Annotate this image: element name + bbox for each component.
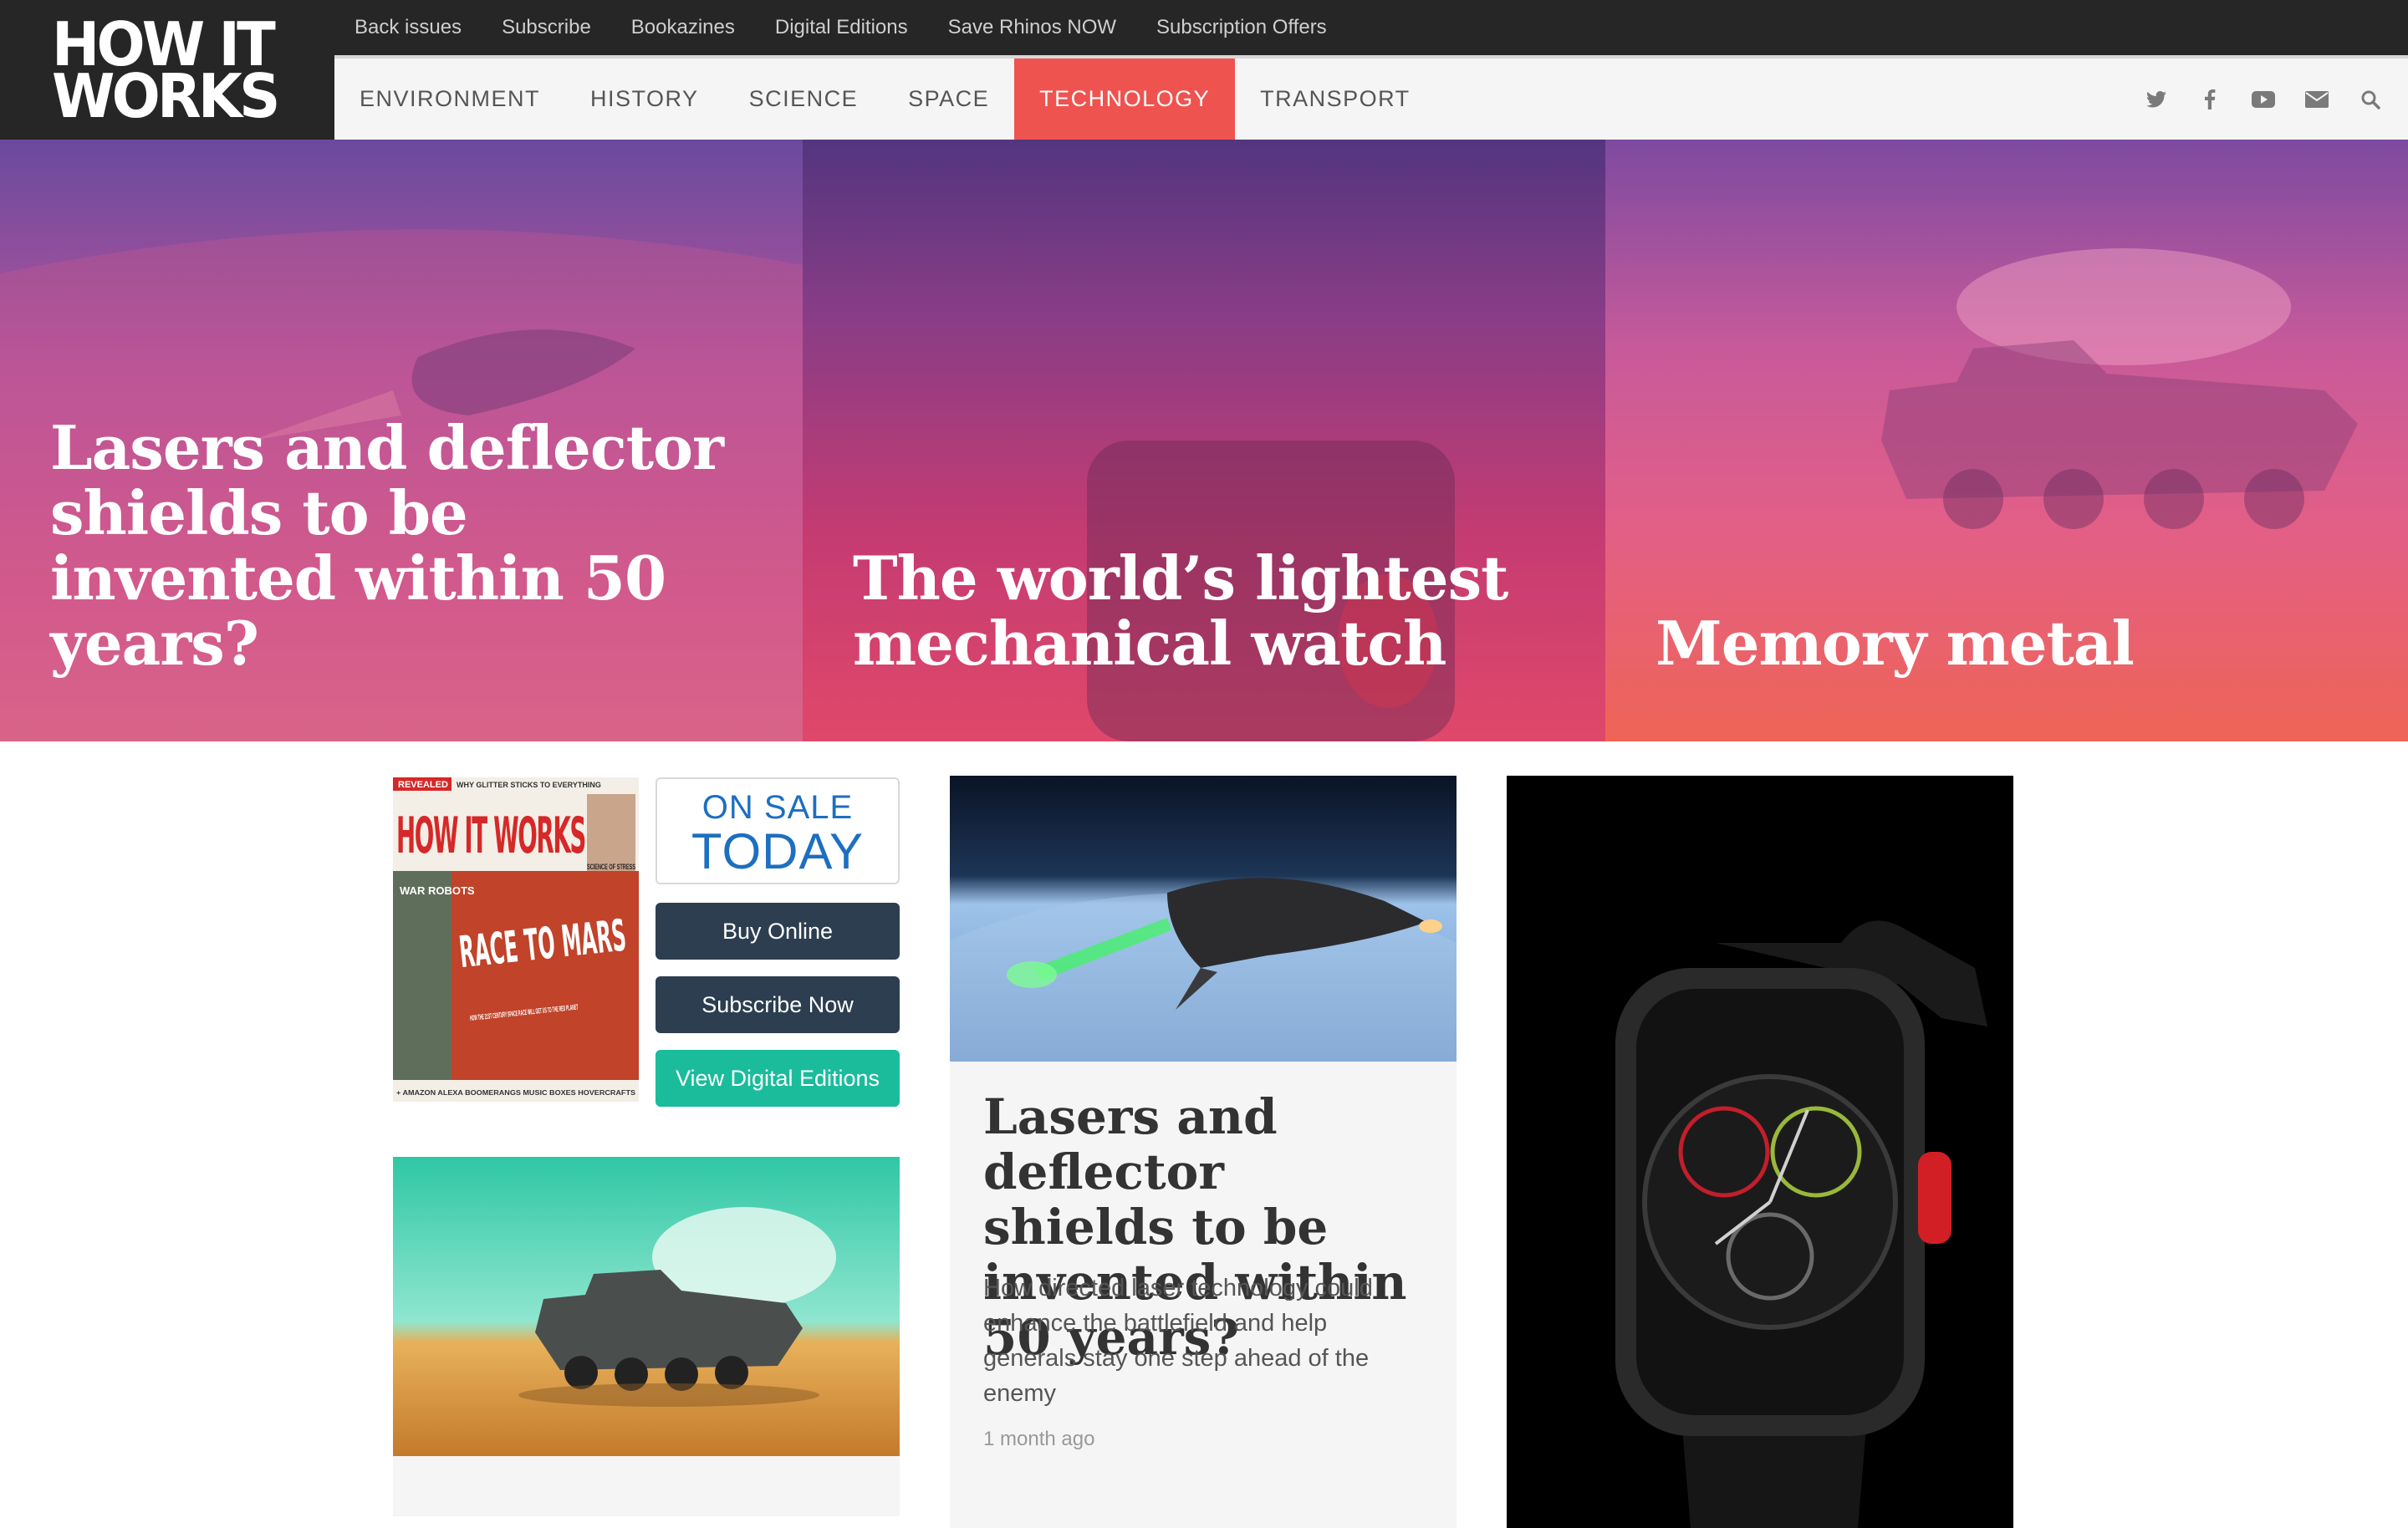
category-history[interactable]: HISTORY [565, 59, 724, 140]
cover-tagline: WHY GLITTER STICKS TO EVERYTHING [457, 781, 601, 789]
category-space[interactable]: SPACE [883, 59, 1014, 140]
cover-side-stress: SCIENCE OF STRESS [587, 863, 635, 871]
cover-side-robots: WAR ROBOTS [400, 884, 475, 897]
hero-tile-lasers[interactable]: Lasers and deflector shields to be inven… [0, 140, 803, 741]
site-logo[interactable]: HOW IT WORKS [0, 0, 334, 140]
today-label: TODAY [691, 823, 865, 879]
email-icon[interactable] [2304, 87, 2329, 112]
search-icon[interactable] [2358, 87, 2383, 112]
buy-online-button[interactable]: Buy Online [656, 903, 900, 960]
spaceplane-image[interactable] [950, 776, 1457, 1062]
cover-revealed: REVEALED [398, 780, 448, 790]
subscribe-now-button[interactable]: Subscribe Now [656, 976, 900, 1033]
article-card-memory-metal[interactable] [393, 1157, 900, 1516]
category-navigation: ENVIRONMENT HISTORY SCIENCE SPACE TECHNO… [334, 55, 2408, 140]
category-technology[interactable]: TECHNOLOGY [1014, 59, 1236, 140]
topnav-back-issues[interactable]: Back issues [355, 16, 462, 39]
hero-title[interactable]: Memory metal [1656, 611, 2375, 676]
hero-title[interactable]: The world’s lightest mechanical watch [853, 546, 1572, 676]
topnav-digital-editions[interactable]: Digital Editions [775, 16, 908, 39]
hero-tile-memory-metal[interactable]: Memory metal [1605, 140, 2408, 741]
logo-line-2: WORKS [52, 60, 280, 131]
magazine-cover[interactable]: REVEALED WHY GLITTER STICKS TO EVERYTHIN… [393, 777, 639, 1102]
on-sale-today-box: ON SALE TODAY [656, 777, 900, 884]
on-sale-label: ON SALE [701, 789, 854, 826]
hero-carousel: Lasers and deflector shields to be inven… [0, 140, 2408, 741]
magazine-cover-art: REVEALED WHY GLITTER STICKS TO EVERYTHIN… [393, 777, 639, 1102]
hero-tile-watch[interactable]: The world’s lightest mechanical watch [803, 140, 1605, 741]
article-card-lasers[interactable]: Lasers and deflector shields to be inven… [950, 776, 1457, 1528]
top-navigation: Back issues Subscribe Bookazines Digital… [334, 0, 2408, 55]
view-digital-editions-button[interactable]: View Digital Editions [656, 1050, 900, 1107]
article-excerpt: How directed laser technology could enha… [983, 1275, 1373, 1407]
twitter-icon[interactable] [2144, 87, 2169, 112]
topnav-bookazines[interactable]: Bookazines [631, 16, 735, 39]
topnav-subscription-offers[interactable]: Subscription Offers [1156, 16, 1327, 39]
hero-title[interactable]: Lasers and deflector shields to be inven… [50, 415, 769, 676]
cover-masthead: HOW IT WORKS [396, 807, 585, 865]
tank-image[interactable] [393, 1157, 900, 1456]
topnav-subscribe[interactable]: Subscribe [502, 16, 591, 39]
watch-image[interactable] [1507, 776, 2013, 1528]
topnav-save-rhinos[interactable]: Save Rhinos NOW [948, 16, 1116, 39]
category-science[interactable]: SCIENCE [724, 59, 884, 140]
article-timestamp: 1 month ago [983, 1428, 1095, 1450]
social-links [2115, 59, 2408, 140]
youtube-icon[interactable] [2251, 87, 2276, 112]
category-transport[interactable]: TRANSPORT [1235, 59, 1436, 140]
article-card-watch[interactable] [1507, 776, 2013, 1528]
category-environment[interactable]: ENVIRONMENT [334, 59, 565, 140]
cover-bottomline: + AMAZON ALEXA BOOMERANGS MUSIC BOXES HO… [396, 1089, 636, 1097]
facebook-icon[interactable] [2197, 87, 2222, 112]
